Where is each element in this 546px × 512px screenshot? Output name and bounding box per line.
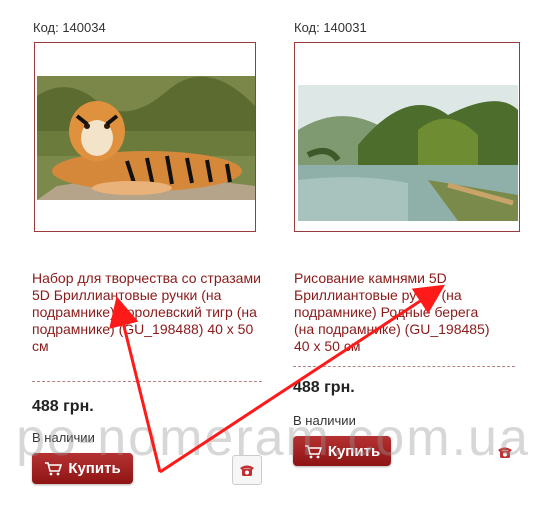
- product-code: Код: 140031: [294, 20, 367, 35]
- buy-button-label: Купить: [68, 460, 121, 477]
- tiger-image: [37, 76, 255, 200]
- product-title-link[interactable]: Набор для творчества со стразами 5D Брил…: [32, 270, 267, 355]
- stock-status: В наличии: [293, 413, 356, 428]
- buy-button[interactable]: Купить: [293, 436, 391, 466]
- divider: [32, 381, 262, 382]
- buy-button[interactable]: Купить: [32, 453, 133, 484]
- callback-button[interactable]: [491, 438, 519, 466]
- product-title-link[interactable]: Рисование камнями 5D Бриллиантовые ручки…: [294, 270, 494, 355]
- product-price: 488 грн.: [32, 398, 94, 415]
- stock-status: В наличии: [32, 430, 95, 445]
- product-image-link[interactable]: [34, 42, 256, 232]
- cart-icon: [45, 462, 63, 476]
- buy-button-label: Купить: [327, 442, 381, 460]
- phone-icon: [240, 465, 254, 476]
- callback-button[interactable]: [232, 455, 262, 485]
- phone-icon: [498, 447, 512, 458]
- divider: [293, 366, 515, 367]
- product-image-link[interactable]: [294, 42, 520, 232]
- landscape-image: [298, 85, 518, 221]
- cart-icon: [304, 444, 322, 458]
- product-code: Код: 140034: [33, 20, 106, 35]
- product-price: 488 грн.: [293, 379, 355, 396]
